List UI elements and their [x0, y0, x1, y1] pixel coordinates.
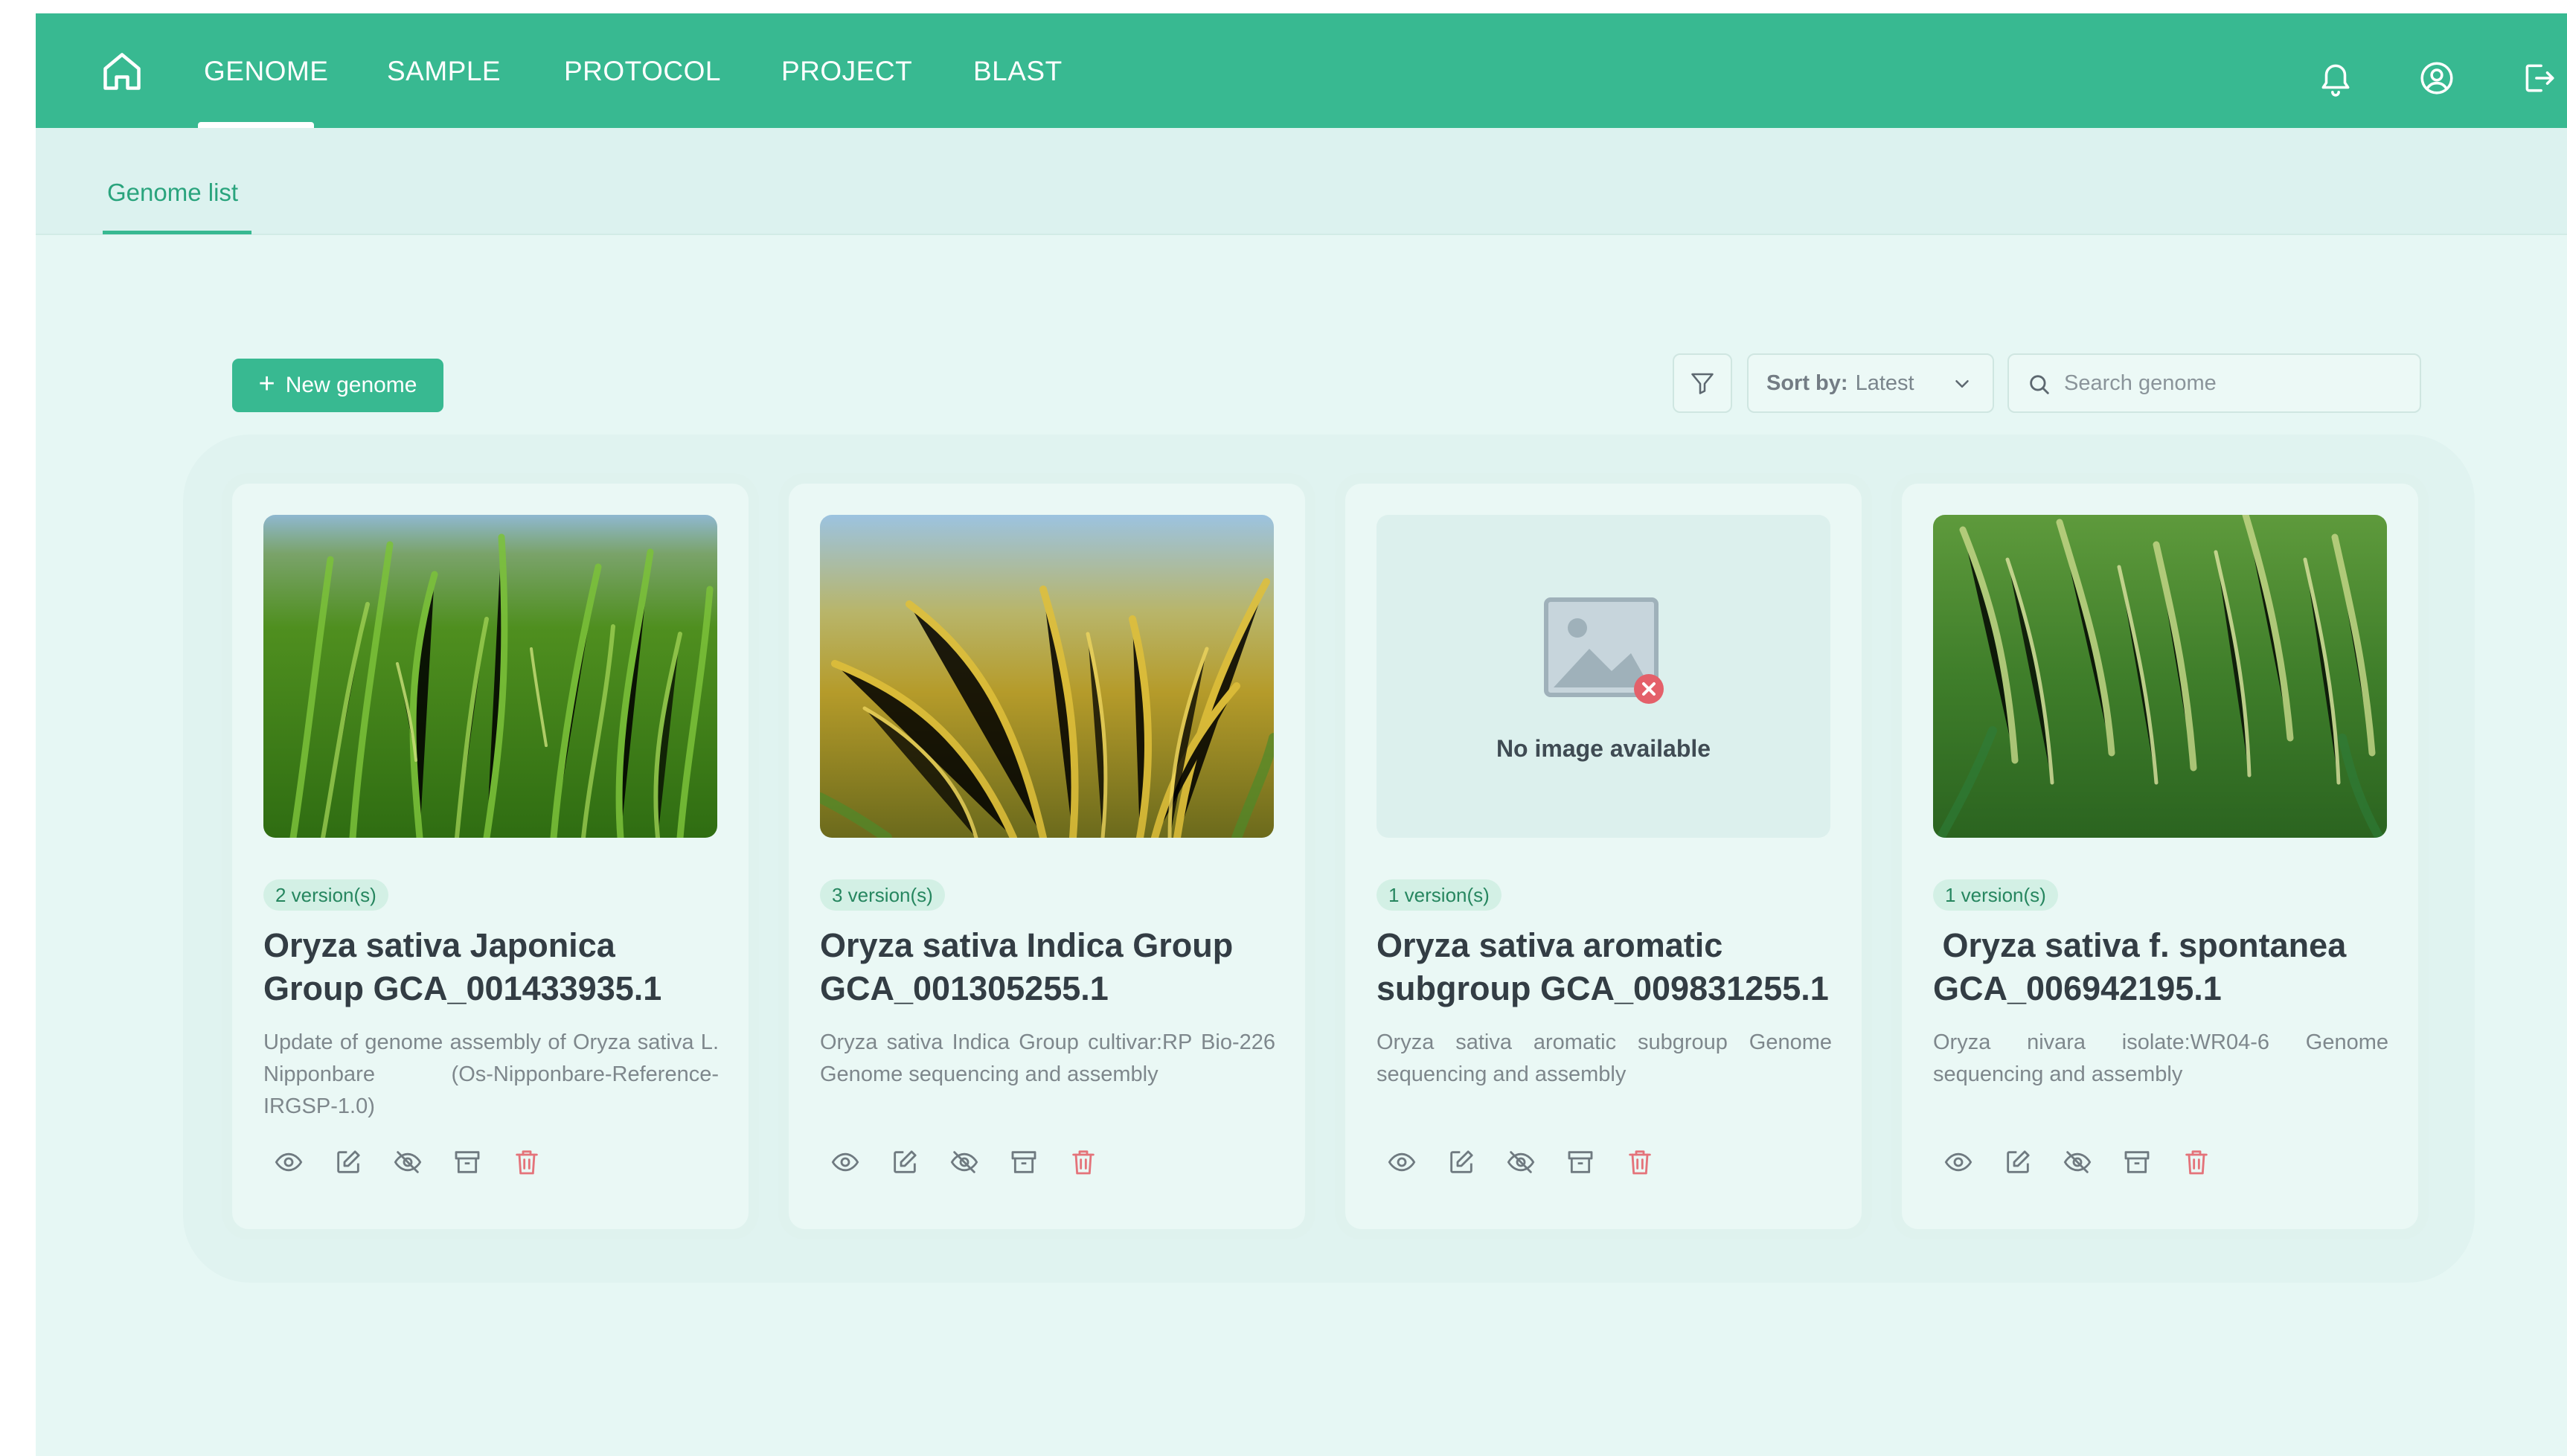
edit-icon[interactable]: [333, 1147, 363, 1177]
sort-select[interactable]: Sort by: Latest: [1747, 353, 1994, 413]
eye-icon[interactable]: [274, 1147, 304, 1177]
genome-image: [263, 515, 717, 838]
archive-icon[interactable]: [452, 1147, 482, 1177]
search-box: [2007, 353, 2421, 413]
genome-description: Oryza nivara isolate:WR04-6 Genome seque…: [1933, 1030, 2388, 1086]
eye-off-icon[interactable]: [1506, 1147, 1536, 1177]
archive-icon[interactable]: [2122, 1147, 2152, 1177]
broken-image-icon: [1544, 597, 1664, 704]
eye-icon[interactable]: [1943, 1147, 1973, 1177]
chevron-down-icon: [1955, 380, 1969, 388]
logout-icon[interactable]: [2519, 60, 2557, 97]
eye-icon[interactable]: [1387, 1147, 1417, 1177]
search-icon: [2030, 375, 2049, 394]
eye-off-icon[interactable]: [393, 1147, 423, 1177]
eye-off-icon[interactable]: [2063, 1147, 2092, 1177]
genome-card[interactable]: 1 version(s) Oryza sativa f. spontanea G…: [1902, 484, 2418, 1229]
genome-card[interactable]: No image available 1 version(s) Oryza sa…: [1345, 484, 1862, 1229]
nav-tab-blast[interactable]: BLAST: [973, 52, 1063, 91]
edit-icon[interactable]: [1446, 1147, 1476, 1177]
nav-tab-project[interactable]: PROJECT: [781, 52, 912, 91]
edit-icon[interactable]: [890, 1147, 920, 1177]
new-genome-label: New genome: [285, 373, 417, 397]
genome-description: Update of genome assembly of Oryza sativ…: [263, 1030, 719, 1118]
no-image-placeholder: No image available: [1377, 515, 1830, 838]
genome-description: Oryza sativa aromatic subgroup Genome se…: [1377, 1030, 1832, 1086]
sub-navbar: Genome list: [36, 128, 2567, 235]
user-circle-icon[interactable]: [2418, 60, 2455, 97]
edit-icon[interactable]: [2003, 1147, 2033, 1177]
trash-icon[interactable]: [1068, 1147, 1098, 1177]
trash-icon[interactable]: [512, 1147, 542, 1177]
version-badge: 1 version(s): [1933, 879, 2058, 911]
version-badge: 2 version(s): [263, 879, 388, 911]
nav-tab-genome[interactable]: GENOME: [204, 52, 328, 91]
eye-off-icon[interactable]: [949, 1147, 979, 1177]
archive-icon[interactable]: [1009, 1147, 1039, 1177]
no-image-label: No image available: [1496, 735, 1711, 762]
genome-image: [1933, 515, 2387, 838]
sort-value: Latest: [1855, 371, 1914, 395]
genome-card[interactable]: 3 version(s) Oryza sativa Indica Group G…: [789, 484, 1305, 1229]
genome-image: [820, 515, 1274, 838]
trash-icon[interactable]: [2182, 1147, 2211, 1177]
genome-card[interactable]: 2 version(s) Oryza sativa Japonica Group…: [232, 484, 749, 1229]
subtab-indicator: [103, 231, 251, 234]
trash-icon[interactable]: [1625, 1147, 1655, 1177]
tab-genome-list[interactable]: Genome list: [107, 179, 238, 207]
new-genome-button[interactable]: + New genome: [232, 359, 443, 412]
eye-icon[interactable]: [830, 1147, 860, 1177]
top-navbar: GENOME SAMPLE PROTOCOL PROJECT BLAST: [36, 13, 2567, 128]
home-icon[interactable]: [100, 49, 144, 94]
plus-icon: +: [258, 368, 275, 400]
sort-label: Sort by:: [1766, 371, 1848, 395]
nav-tab-sample[interactable]: SAMPLE: [387, 52, 501, 91]
app-root: GENOME SAMPLE PROTOCOL PROJECT BLAST Gen…: [36, 13, 2567, 1456]
search-input[interactable]: [2064, 371, 2391, 396]
version-badge: 3 version(s): [820, 879, 945, 911]
filter-icon: [1691, 373, 1714, 394]
genome-title[interactable]: Oryza sativa aromatic subgroup GCA_00983…: [1377, 924, 1838, 1010]
nav-tab-protocol[interactable]: PROTOCOL: [564, 52, 721, 91]
genome-title[interactable]: Oryza sativa Indica Group GCA_001305255.…: [820, 924, 1281, 1010]
genome-title[interactable]: Oryza sativa Japonica Group GCA_00143393…: [263, 924, 725, 1010]
genome-title[interactable]: Oryza sativa f. spontanea GCA_006942195.…: [1933, 924, 2394, 1010]
version-badge: 1 version(s): [1377, 879, 1502, 911]
genome-description: Oryza sativa Indica Group cultivar:RP Bi…: [820, 1030, 1275, 1086]
bell-icon[interactable]: [2317, 60, 2354, 97]
active-tab-indicator: [198, 122, 314, 128]
archive-icon[interactable]: [1565, 1147, 1595, 1177]
filter-button[interactable]: [1673, 353, 1732, 413]
